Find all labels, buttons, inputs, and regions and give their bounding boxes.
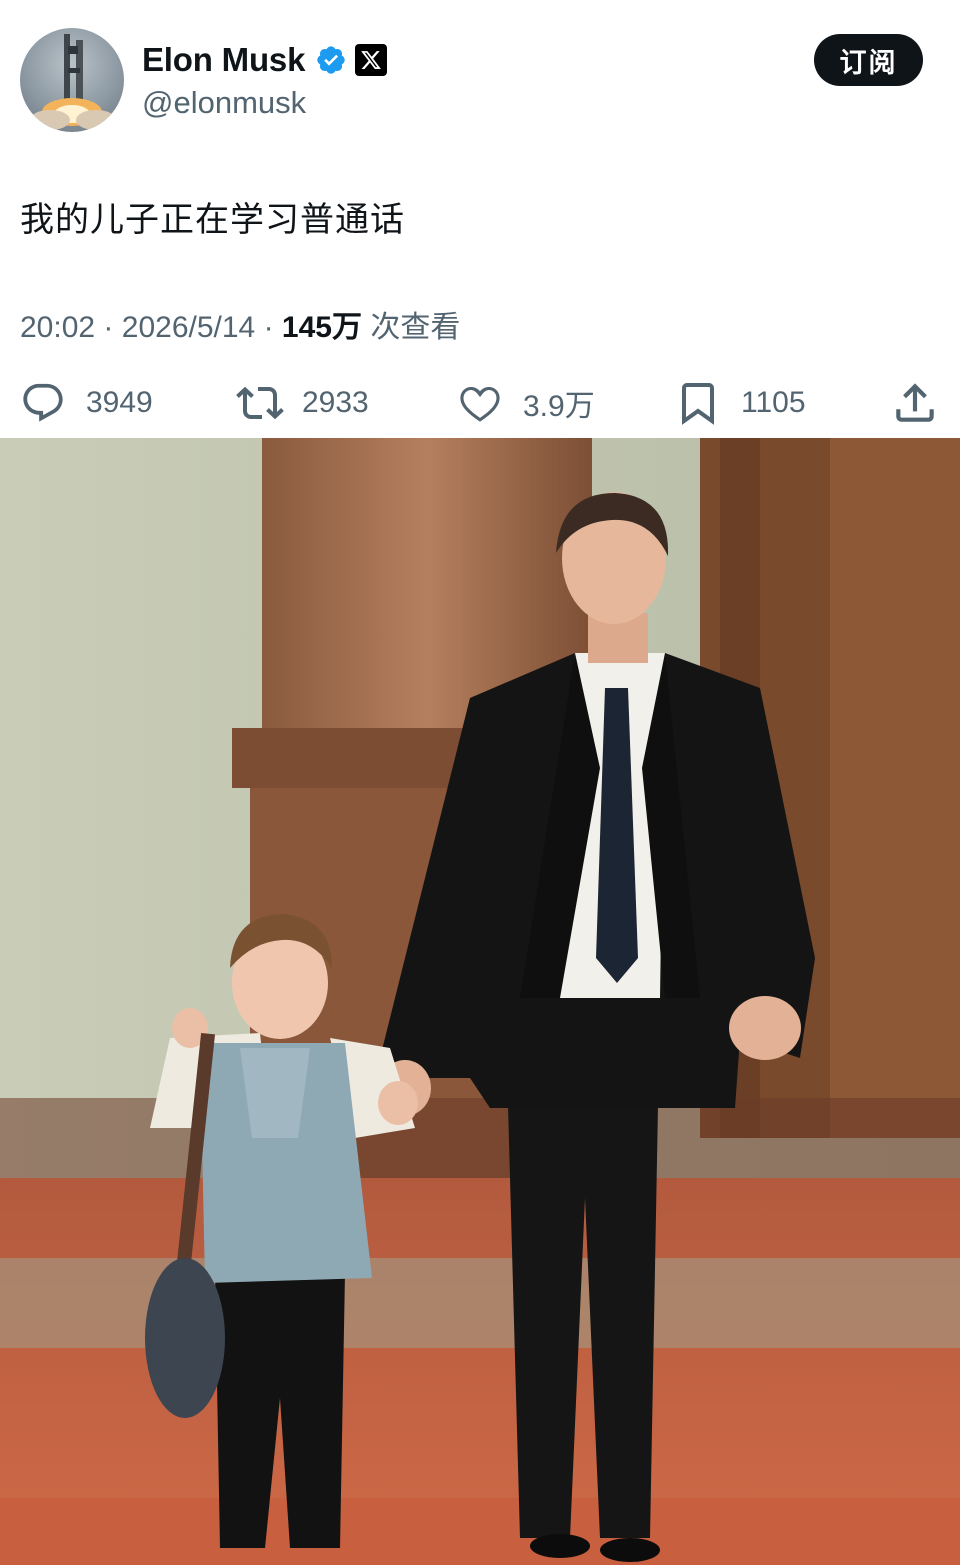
tweet-photo[interactable] bbox=[0, 438, 960, 1565]
share-button[interactable] bbox=[890, 372, 940, 434]
repost-count: 2933 bbox=[302, 386, 369, 419]
meta-separator-2: · bbox=[263, 311, 274, 344]
user-handle[interactable]: @elonmusk bbox=[142, 85, 306, 121]
share-icon bbox=[896, 383, 934, 422]
verified-badge-icon bbox=[317, 46, 345, 74]
repost-icon bbox=[236, 386, 284, 420]
bookmark-icon bbox=[682, 383, 714, 425]
tweet-time[interactable]: 20:02 bbox=[20, 311, 95, 344]
x-logo-icon bbox=[355, 44, 388, 76]
reply-count: 3949 bbox=[86, 386, 153, 419]
views-label: 次查看 bbox=[370, 311, 461, 344]
heart-icon bbox=[460, 386, 500, 422]
reply-button[interactable]: 3949 bbox=[20, 372, 153, 434]
photo-man-and-child-walking bbox=[0, 438, 960, 1565]
tweet-header: Elon Musk @elonmusk 订阅 bbox=[0, 0, 960, 150]
views-count: 145万 bbox=[281, 311, 362, 344]
reply-icon bbox=[23, 383, 63, 422]
like-count: 3.9万 bbox=[523, 390, 595, 423]
bookmark-count: 1105 bbox=[741, 386, 806, 419]
tweet-meta: 20:02 · 2026/5/14 · 145万 次查看 bbox=[20, 302, 460, 346]
action-bar: 3949 2933 3.9万 1105 bbox=[0, 372, 960, 434]
meta-separator: · bbox=[103, 311, 114, 344]
tweet-text: 我的儿子正在学习普通话 bbox=[20, 201, 405, 239]
repost-button[interactable]: 2933 bbox=[236, 372, 369, 434]
subscribe-button[interactable]: 订阅 bbox=[814, 34, 923, 86]
tweet-date[interactable]: 2026/5/14 bbox=[122, 311, 255, 344]
bookmark-button[interactable]: 1105 bbox=[674, 372, 806, 434]
display-name[interactable]: Elon Musk bbox=[142, 41, 305, 79]
name-row: Elon Musk bbox=[142, 38, 388, 82]
like-button[interactable]: 3.9万 bbox=[456, 372, 595, 434]
avatar[interactable] bbox=[20, 28, 124, 132]
